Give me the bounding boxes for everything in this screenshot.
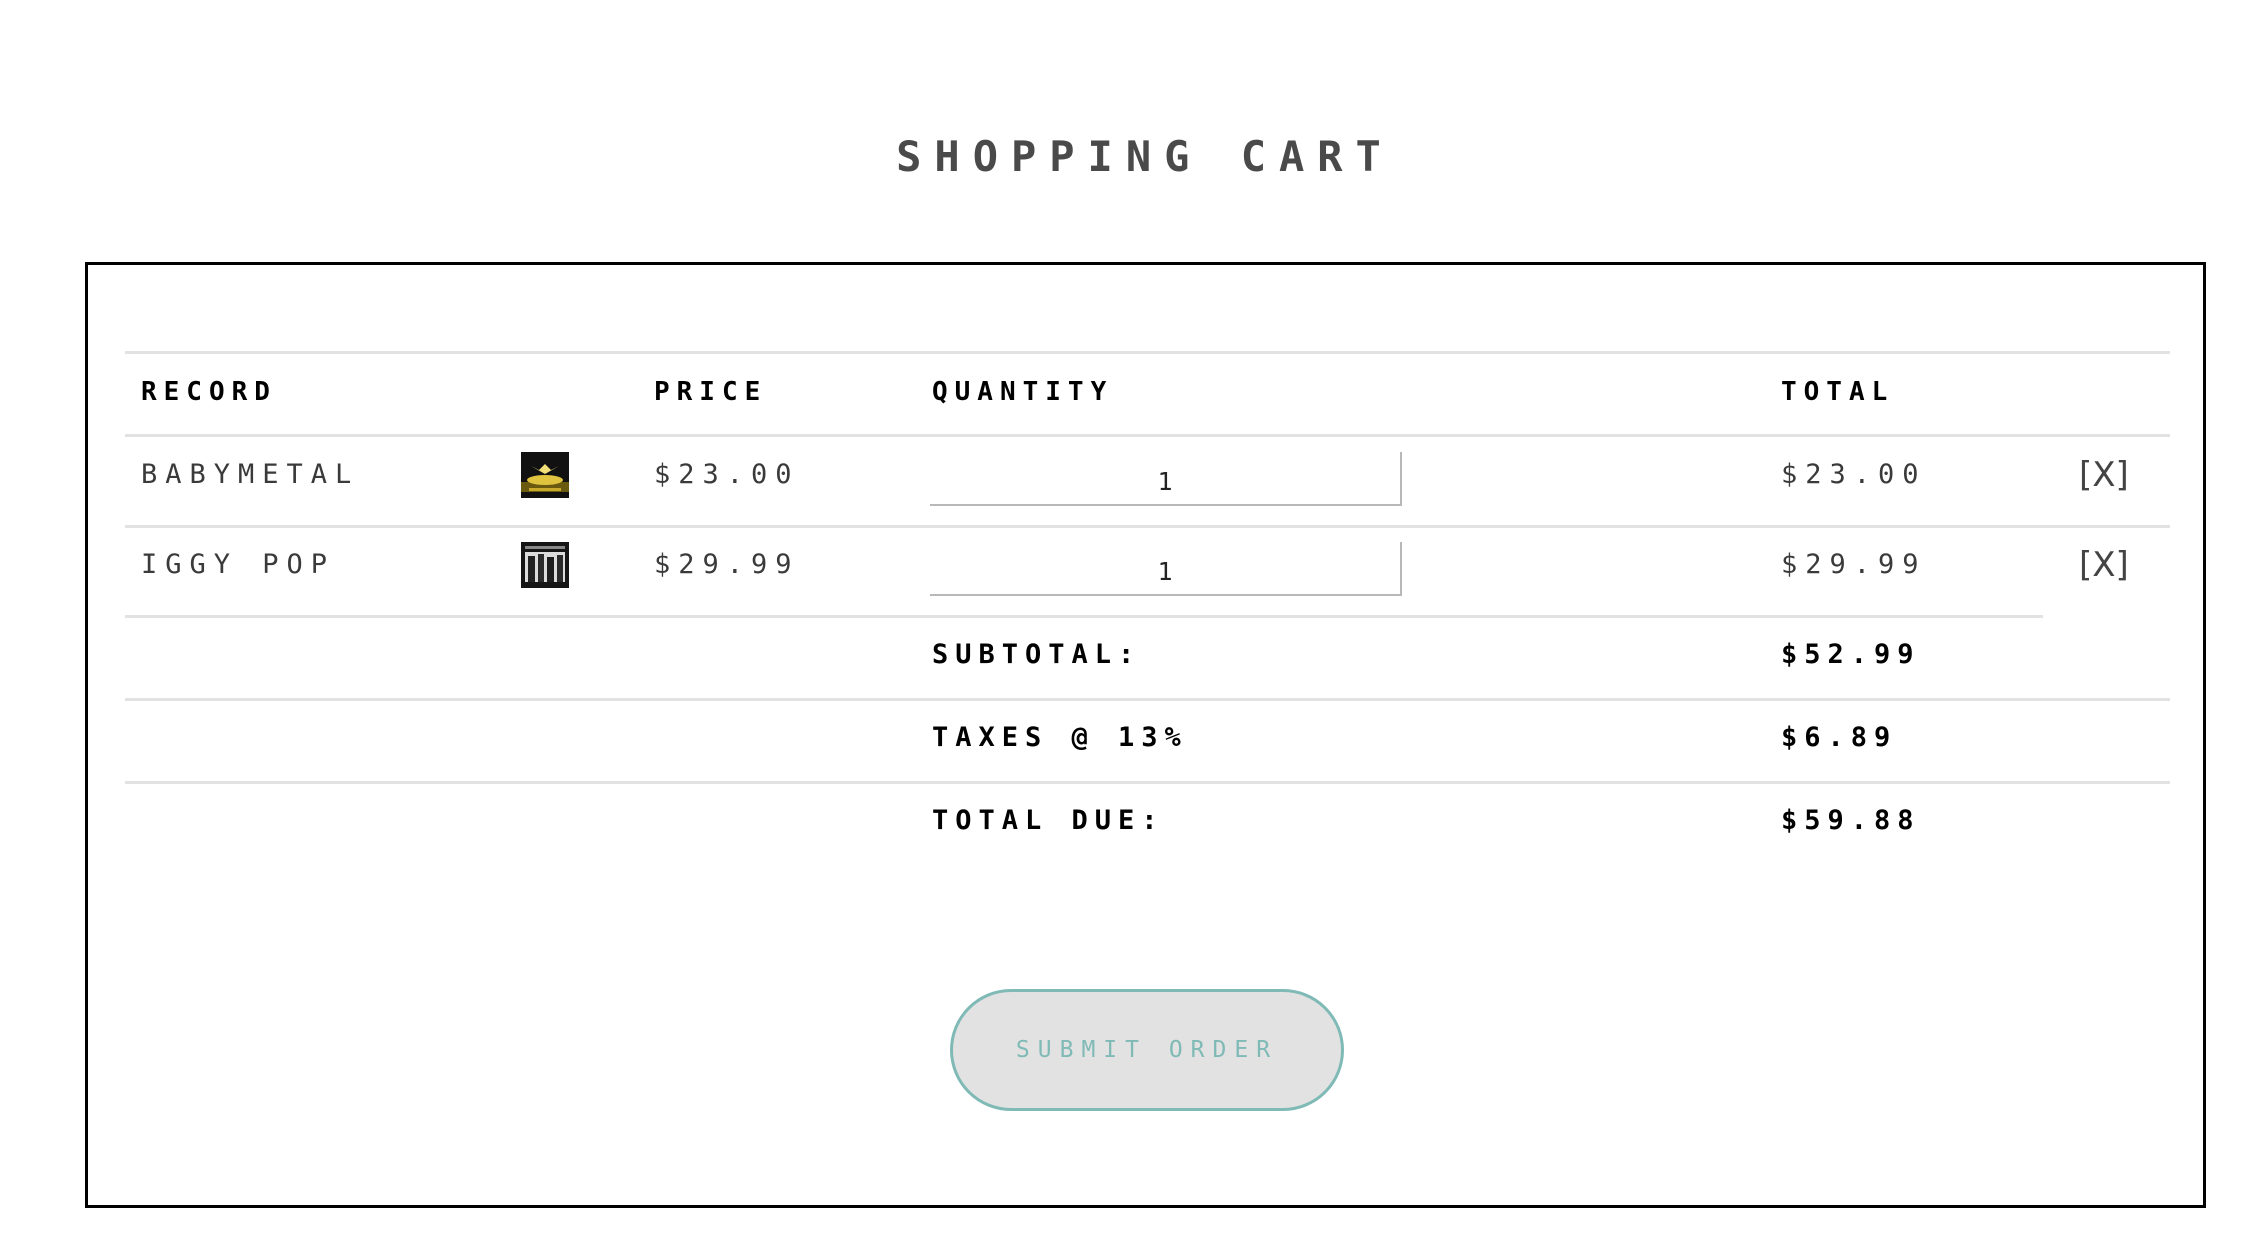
header-record: RECORD (141, 377, 277, 407)
page-title: SHOPPING CART (896, 132, 1394, 181)
total-due-label: TOTAL DUE: (932, 805, 1165, 836)
table-divider (125, 351, 2170, 354)
iggy-pop-album-cover-icon (521, 542, 569, 588)
table-divider (125, 525, 2170, 528)
subtotal-label: SUBTOTAL: (932, 639, 1142, 670)
record-price: $29.99 (654, 549, 800, 580)
quantity-input[interactable] (930, 452, 1402, 506)
header-price: PRICE (654, 377, 768, 407)
table-divider (125, 615, 2043, 618)
header-quantity: QUANTITY (932, 377, 1114, 407)
record-total: $23.00 (1781, 459, 1927, 490)
taxes-value: $6.89 (1781, 722, 1898, 753)
table-divider (125, 781, 2170, 784)
remove-item-button[interactable]: [X] (2079, 453, 2129, 497)
album-cover-icon (521, 542, 569, 588)
babymetal-album-cover-icon (521, 452, 569, 498)
remove-item-button[interactable]: [X] (2079, 543, 2129, 587)
record-name: BABYMETAL (141, 459, 360, 490)
album-cover-icon (521, 452, 569, 498)
table-divider (125, 698, 2170, 701)
submit-order-button[interactable]: SUBMIT ORDER (950, 989, 1344, 1111)
table-divider (125, 434, 2170, 437)
total-due-value: $59.88 (1781, 805, 1921, 836)
taxes-label: TAXES @ 13% (932, 722, 1188, 753)
header-total: TOTAL (1781, 377, 1895, 407)
subtotal-value: $52.99 (1781, 639, 1921, 670)
record-total: $29.99 (1781, 549, 1927, 580)
record-price: $23.00 (654, 459, 800, 490)
quantity-input[interactable] (930, 542, 1402, 596)
record-name: IGGY POP (141, 549, 336, 580)
